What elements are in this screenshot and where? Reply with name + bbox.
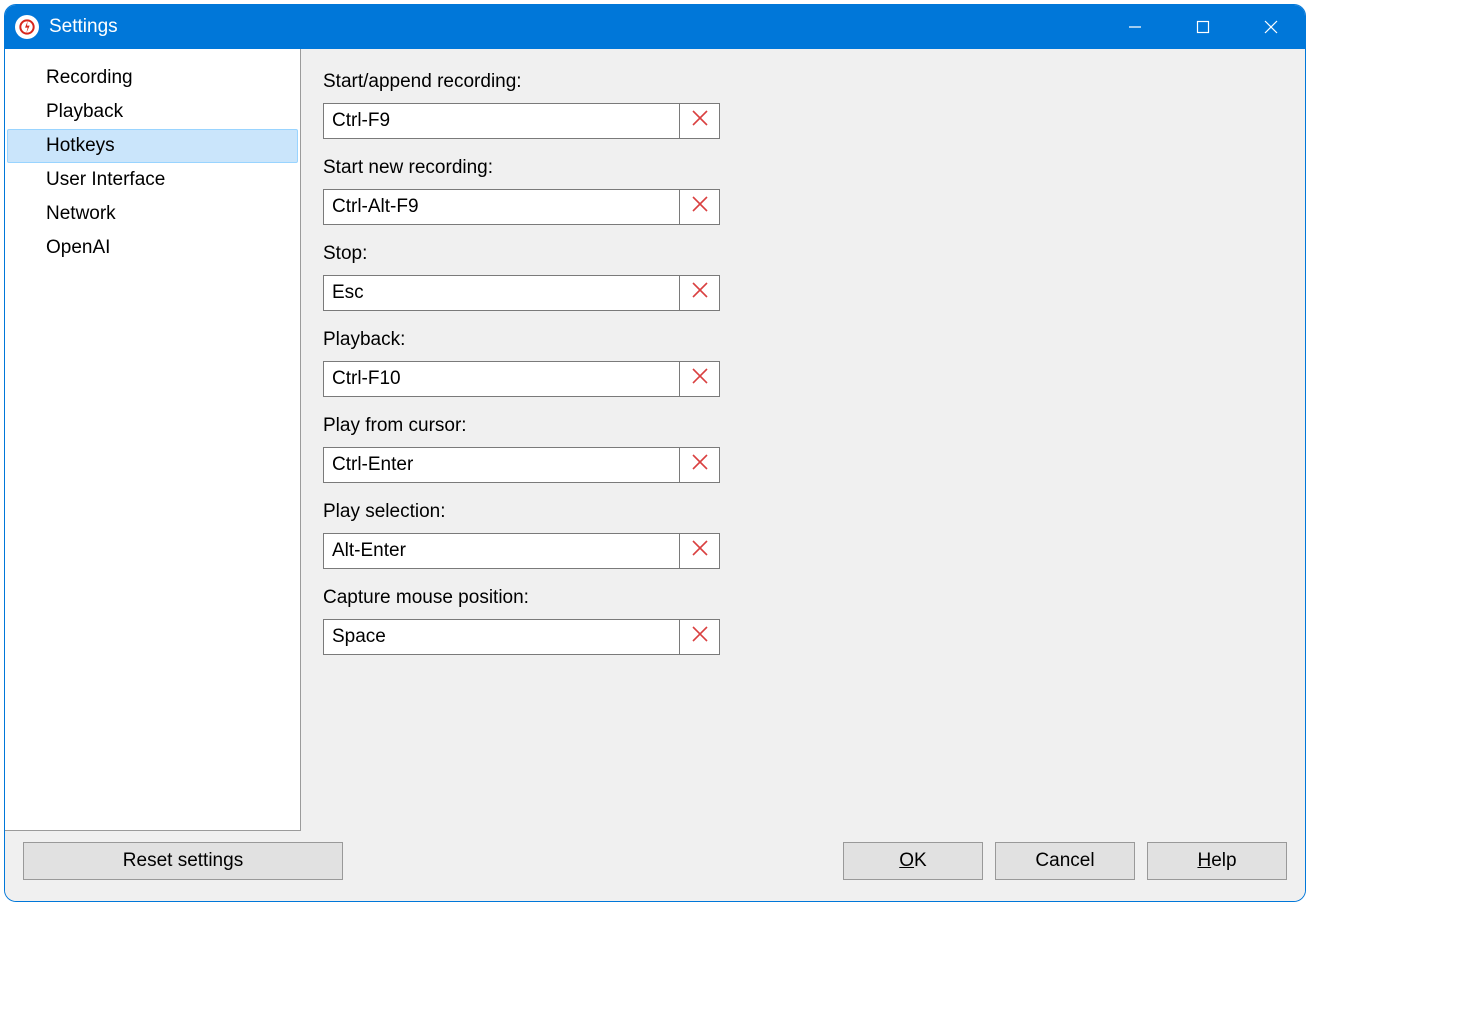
close-icon <box>691 453 709 477</box>
hotkey-field-start-new: Start new recording: <box>323 157 1283 225</box>
sidebar-item-label: Playback <box>46 101 123 122</box>
sidebar-item-user-interface[interactable]: User Interface <box>7 163 298 197</box>
hotkey-input-play-selection[interactable] <box>323 533 680 569</box>
hotkey-field-play-selection: Play selection: <box>323 501 1283 569</box>
window-controls <box>1101 5 1305 49</box>
window-body: Recording Playback Hotkeys User Interfac… <box>5 49 1305 831</box>
sidebar-item-label: OpenAI <box>46 237 110 258</box>
clear-hotkey-button[interactable] <box>680 533 720 569</box>
field-label: Stop: <box>323 243 1283 265</box>
clear-hotkey-button[interactable] <box>680 275 720 311</box>
hotkey-input-play-from-cursor[interactable] <box>323 447 680 483</box>
help-button[interactable]: Help <box>1147 842 1287 880</box>
hotkey-input-stop[interactable] <box>323 275 680 311</box>
close-button[interactable] <box>1237 5 1305 49</box>
button-label: Cancel <box>1035 850 1094 872</box>
button-label: Help <box>1197 850 1236 872</box>
close-icon <box>691 195 709 219</box>
minimize-button[interactable] <box>1101 5 1169 49</box>
sidebar-item-label: Network <box>46 203 116 224</box>
reset-settings-button[interactable]: Reset settings <box>23 842 343 880</box>
sidebar-item-playback[interactable]: Playback <box>7 95 298 129</box>
hotkey-field-capture-mouse: Capture mouse position: <box>323 587 1283 655</box>
window-title: Settings <box>49 16 118 38</box>
hotkey-input-playback[interactable] <box>323 361 680 397</box>
sidebar-item-openai[interactable]: OpenAI <box>7 231 298 265</box>
maximize-button[interactable] <box>1169 5 1237 49</box>
hotkey-input-start-append[interactable] <box>323 103 680 139</box>
sidebar-item-network[interactable]: Network <box>7 197 298 231</box>
app-icon <box>15 15 39 39</box>
button-label: Reset settings <box>123 850 243 872</box>
field-label: Playback: <box>323 329 1283 351</box>
button-label: OK <box>899 850 926 872</box>
main-panel: Start/append recording: Start new record… <box>301 49 1305 831</box>
clear-hotkey-button[interactable] <box>680 103 720 139</box>
titlebar: Settings <box>5 5 1305 49</box>
clear-hotkey-button[interactable] <box>680 619 720 655</box>
hotkey-field-playback: Playback: <box>323 329 1283 397</box>
sidebar-item-hotkeys[interactable]: Hotkeys <box>7 129 298 163</box>
field-label: Play selection: <box>323 501 1283 523</box>
field-label: Play from cursor: <box>323 415 1283 437</box>
clear-hotkey-button[interactable] <box>680 447 720 483</box>
sidebar-item-label: Hotkeys <box>46 135 115 156</box>
hotkey-input-capture-mouse[interactable] <box>323 619 680 655</box>
close-icon <box>691 625 709 649</box>
sidebar: Recording Playback Hotkeys User Interfac… <box>5 49 301 831</box>
ok-button[interactable]: OK <box>843 842 983 880</box>
hotkey-field-play-from-cursor: Play from cursor: <box>323 415 1283 483</box>
clear-hotkey-button[interactable] <box>680 189 720 225</box>
sidebar-item-label: User Interface <box>46 169 165 190</box>
field-label: Capture mouse position: <box>323 587 1283 609</box>
settings-window: Settings Recording Playback Hotkeys <box>4 4 1306 902</box>
hotkey-field-start-append: Start/append recording: <box>323 71 1283 139</box>
field-label: Start/append recording: <box>323 71 1283 93</box>
hotkey-field-stop: Stop: <box>323 243 1283 311</box>
close-icon <box>691 109 709 133</box>
footer: Reset settings OK Cancel Help <box>5 831 1305 901</box>
hotkey-input-start-new[interactable] <box>323 189 680 225</box>
clear-hotkey-button[interactable] <box>680 361 720 397</box>
sidebar-item-label: Recording <box>46 67 133 88</box>
cancel-button[interactable]: Cancel <box>995 842 1135 880</box>
sidebar-item-recording[interactable]: Recording <box>7 61 298 95</box>
field-label: Start new recording: <box>323 157 1283 179</box>
close-icon <box>691 539 709 563</box>
close-icon <box>691 281 709 305</box>
close-icon <box>691 367 709 391</box>
